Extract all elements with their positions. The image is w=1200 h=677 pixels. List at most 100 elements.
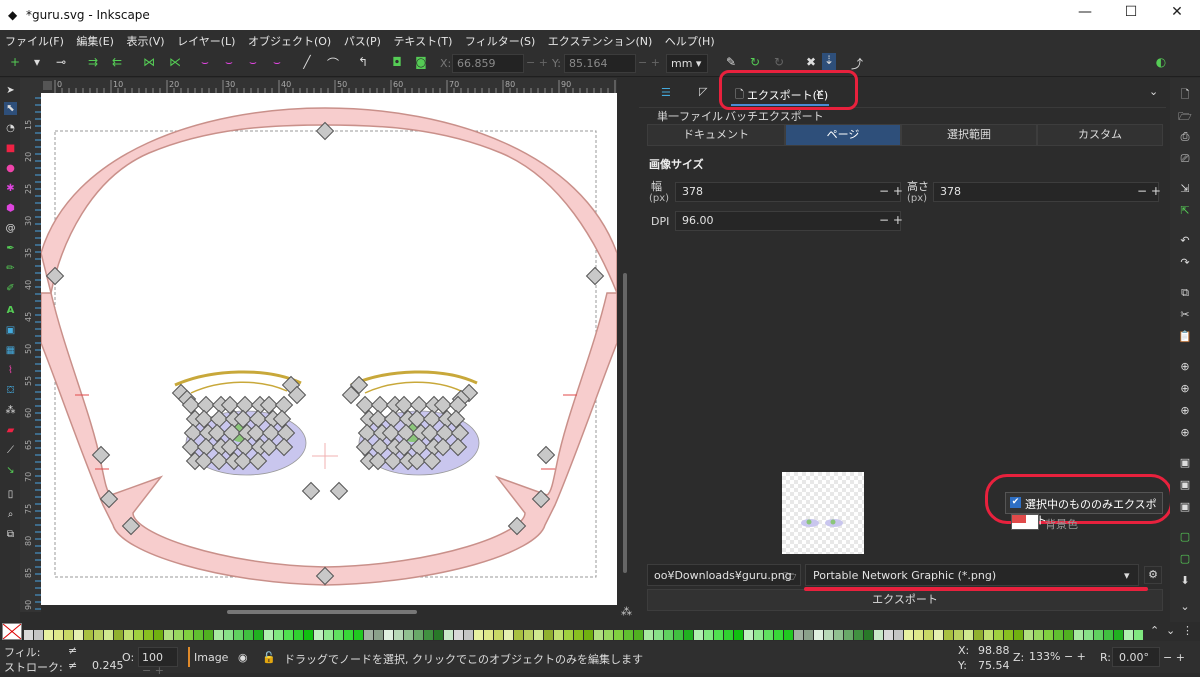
clip-path-icon[interactable]: ◙ bbox=[414, 55, 428, 69]
color-swatch[interactable] bbox=[794, 630, 803, 640]
color-swatch[interactable] bbox=[534, 630, 543, 640]
color-swatch[interactable] bbox=[384, 630, 393, 640]
palette-scroll-up-icon[interactable]: ⌃ bbox=[1150, 624, 1159, 637]
zoom-tool-icon[interactable]: ⌕ bbox=[4, 508, 17, 521]
color-swatch[interactable] bbox=[774, 630, 783, 640]
x-stepper[interactable]: − + bbox=[526, 56, 548, 69]
color-swatch[interactable] bbox=[74, 630, 83, 640]
color-swatch[interactable] bbox=[1114, 630, 1123, 640]
show-transform-handles-icon[interactable]: ✎ bbox=[724, 55, 738, 69]
path-node-handle[interactable] bbox=[537, 446, 555, 464]
color-swatch[interactable] bbox=[1104, 630, 1113, 640]
color-swatch[interactable] bbox=[844, 630, 853, 640]
color-swatch[interactable] bbox=[254, 630, 263, 640]
color-swatch[interactable] bbox=[874, 630, 883, 640]
clone-icon[interactable]: ▣ bbox=[1178, 478, 1192, 492]
color-swatch[interactable] bbox=[444, 630, 453, 640]
copy-icon[interactable]: ⧉ bbox=[1178, 286, 1192, 300]
menu-object[interactable]: オブジェクト(O) bbox=[243, 30, 335, 49]
color-swatch[interactable] bbox=[864, 630, 873, 640]
color-swatch[interactable] bbox=[1094, 630, 1103, 640]
color-swatch[interactable] bbox=[134, 630, 143, 640]
color-swatch[interactable] bbox=[994, 630, 1003, 640]
join-segment-icon[interactable]: ⇇ bbox=[110, 55, 124, 69]
layer-lock-icon[interactable]: 🔓 bbox=[262, 651, 276, 664]
join-nodes-icon[interactable]: ⊸ bbox=[54, 55, 68, 69]
color-swatch[interactable] bbox=[1014, 630, 1023, 640]
color-swatch[interactable] bbox=[694, 630, 703, 640]
segment-line-icon[interactable]: ╱ bbox=[300, 55, 314, 69]
color-swatch[interactable] bbox=[314, 630, 323, 640]
color-swatch[interactable] bbox=[614, 630, 623, 640]
color-swatch[interactable] bbox=[194, 630, 203, 640]
palette-menu-icon[interactable]: ⋮ bbox=[1182, 624, 1193, 637]
color-swatch[interactable] bbox=[664, 630, 673, 640]
save-document-icon[interactable]: ⎙ bbox=[1178, 130, 1192, 144]
color-swatch[interactable] bbox=[374, 630, 383, 640]
unit-select[interactable]: mm ▾ bbox=[666, 54, 708, 73]
color-swatch[interactable] bbox=[364, 630, 373, 640]
color-swatch[interactable] bbox=[634, 630, 643, 640]
height-input[interactable]: 378 bbox=[933, 182, 1159, 202]
color-swatch[interactable] bbox=[884, 630, 893, 640]
dropper-tool-icon[interactable]: ⌇ bbox=[4, 364, 17, 377]
color-manage-icon[interactable]: ⁂ bbox=[621, 605, 632, 618]
color-swatch[interactable] bbox=[494, 630, 503, 640]
color-swatch[interactable] bbox=[144, 630, 153, 640]
color-swatch[interactable] bbox=[1124, 630, 1133, 640]
close-window-button[interactable]: ✕ bbox=[1154, 4, 1200, 26]
color-swatch[interactable] bbox=[404, 630, 413, 640]
color-swatch[interactable] bbox=[1044, 630, 1053, 640]
color-swatch[interactable] bbox=[204, 630, 213, 640]
browse-folder-icon[interactable]: 🗁 bbox=[783, 568, 797, 587]
width-stepper[interactable]: − + bbox=[879, 184, 903, 198]
batch-export-tab[interactable]: バッチエクスポート bbox=[725, 108, 824, 124]
dpi-input[interactable]: 96.00 bbox=[675, 211, 901, 231]
color-swatch[interactable] bbox=[104, 630, 113, 640]
color-swatch[interactable] bbox=[344, 630, 353, 640]
color-swatch[interactable] bbox=[974, 630, 983, 640]
color-swatch[interactable] bbox=[924, 630, 933, 640]
pen-tool-icon[interactable]: ✒ bbox=[4, 242, 17, 255]
zoom-page-icon[interactable]: ⊕ bbox=[1178, 404, 1192, 418]
redo-icon[interactable]: ↷ bbox=[1178, 256, 1192, 270]
color-swatch[interactable] bbox=[834, 630, 843, 640]
export-icon[interactable]: ⇱ bbox=[1178, 204, 1192, 218]
area-page-tab[interactable]: ページ bbox=[785, 124, 901, 146]
menu-filter[interactable]: フィルター(S) bbox=[460, 30, 539, 49]
paste-icon[interactable]: 📋 bbox=[1178, 330, 1192, 344]
color-swatch[interactable] bbox=[604, 630, 613, 640]
color-swatch[interactable] bbox=[474, 630, 483, 640]
color-swatch[interactable] bbox=[34, 630, 43, 640]
color-swatch[interactable] bbox=[324, 630, 333, 640]
color-swatch[interactable] bbox=[44, 630, 53, 640]
unlink-clone-icon[interactable]: ▣ bbox=[1178, 500, 1192, 514]
cut-icon[interactable]: ✂ bbox=[1178, 308, 1192, 322]
add-node-icon[interactable]: + bbox=[8, 55, 22, 69]
color-swatch[interactable] bbox=[1074, 630, 1083, 640]
show-outline-icon[interactable]: ↻ bbox=[772, 55, 786, 69]
color-swatch[interactable] bbox=[914, 630, 923, 640]
area-selection-tab[interactable]: 選択範囲 bbox=[901, 124, 1037, 146]
color-swatch[interactable] bbox=[724, 630, 733, 640]
color-swatch[interactable] bbox=[654, 630, 663, 640]
palette-scroll-down-icon[interactable]: ⌄ bbox=[1166, 624, 1175, 637]
color-swatch[interactable] bbox=[114, 630, 123, 640]
edit-lpe-icon[interactable]: ⤴ bbox=[850, 55, 864, 72]
color-swatch[interactable] bbox=[174, 630, 183, 640]
canvas-drawing[interactable] bbox=[41, 93, 617, 605]
color-swatch[interactable] bbox=[284, 630, 293, 640]
tweak-tool-icon[interactable]: ◔ bbox=[4, 122, 17, 135]
maximize-button[interactable]: ☐ bbox=[1108, 4, 1154, 26]
stroke-value[interactable]: ≠ bbox=[68, 659, 77, 672]
y-coordinate-input[interactable]: 85.164 bbox=[564, 54, 636, 73]
drawing-canvas[interactable] bbox=[41, 93, 617, 605]
layer-visibility-icon[interactable]: ◉ bbox=[238, 651, 248, 664]
color-swatch[interactable] bbox=[934, 630, 943, 640]
color-swatch[interactable] bbox=[1024, 630, 1033, 640]
color-swatch[interactable] bbox=[984, 630, 993, 640]
star-tool-icon[interactable]: ✱ bbox=[4, 182, 17, 195]
minimize-button[interactable]: — bbox=[1062, 4, 1108, 26]
zoom-input[interactable]: 133% − + bbox=[1026, 647, 1090, 667]
color-swatch[interactable] bbox=[164, 630, 173, 640]
